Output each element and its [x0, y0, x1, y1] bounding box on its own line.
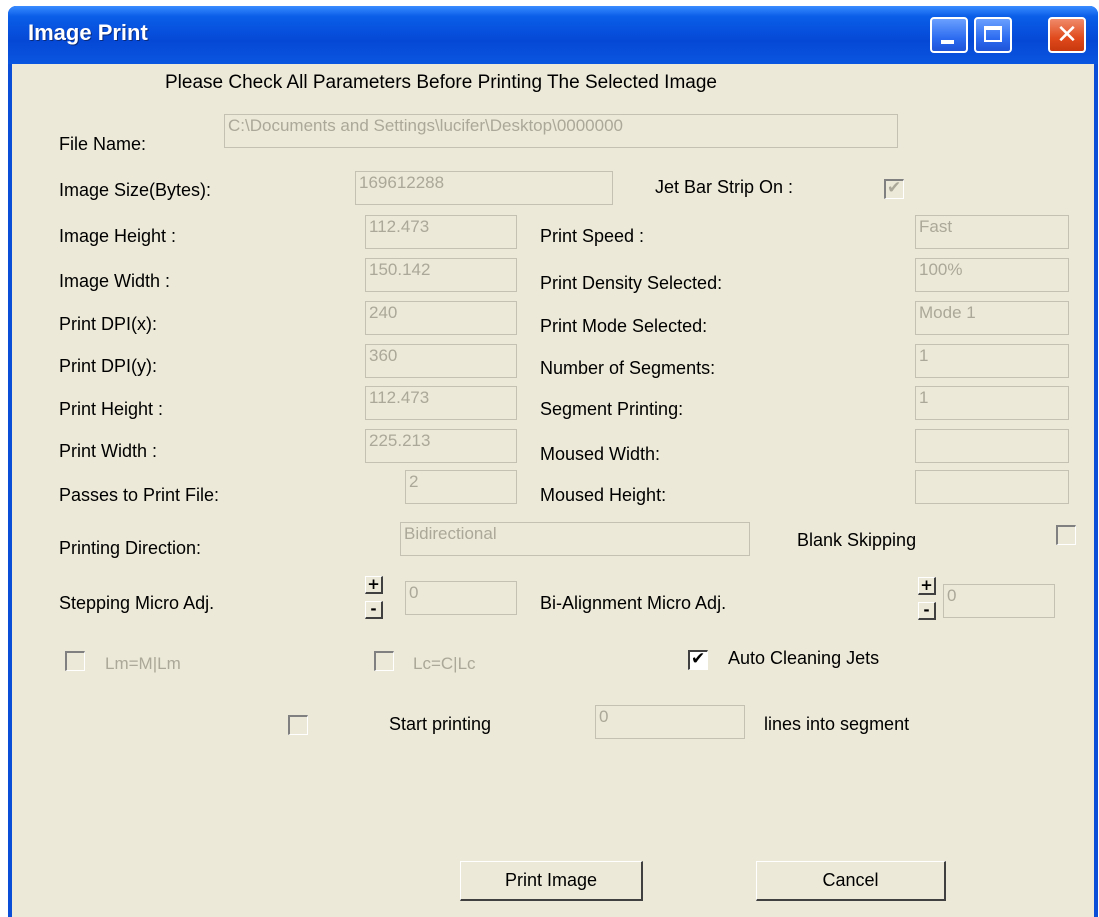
number-of-segments-label: Number of Segments:	[540, 358, 716, 378]
print-speed-field[interactable]: Fast	[915, 215, 1069, 249]
minimize-button[interactable]	[930, 17, 968, 53]
print-height-field[interactable]: 112.473	[365, 386, 517, 420]
passes-field[interactable]: 2	[405, 470, 517, 504]
lc-label: Lc=C|Lc	[413, 654, 476, 673]
segment-printing-label: Segment Printing:	[540, 399, 684, 419]
jet-bar-strip-checkbox[interactable]: ✔	[884, 178, 904, 199]
printing-direction-field[interactable]: Bidirectional	[400, 522, 750, 556]
title-bar[interactable]: Image Print ✕	[8, 6, 1098, 64]
passes-label: Passes to Print File:	[59, 485, 220, 505]
start-printing-label: Start printing	[389, 714, 492, 734]
moused-width-label: Moused Width:	[540, 444, 661, 464]
print-density-label: Print Density Selected:	[540, 273, 723, 293]
auto-cleaning-label: Auto Cleaning Jets	[728, 648, 880, 668]
start-printing-checkbox[interactable]	[288, 715, 308, 735]
print-density-field[interactable]: 100%	[915, 258, 1069, 292]
print-mode-label: Print Mode Selected:	[540, 316, 708, 336]
bi-alignment-micro-field[interactable]: 0	[943, 584, 1055, 618]
maximize-icon	[984, 26, 1002, 42]
print-mode-field[interactable]: Mode 1	[915, 301, 1069, 335]
image-height-label: Image Height :	[59, 226, 177, 246]
blank-skipping-checkbox[interactable]	[1056, 525, 1076, 545]
print-width-label: Print Width :	[59, 441, 158, 461]
print-dpi-x-field[interactable]: 240	[365, 301, 517, 335]
stepping-micro-field[interactable]: 0	[405, 581, 517, 615]
check-icon: ✔	[691, 649, 706, 669]
jet-bar-strip-label: Jet Bar Strip On :	[655, 177, 794, 197]
moused-height-field[interactable]	[915, 470, 1069, 504]
segment-printing-field[interactable]: 1	[915, 386, 1069, 420]
image-width-field[interactable]: 150.142	[365, 258, 517, 292]
minimize-icon	[941, 40, 954, 44]
dialog-body: Please Check All Parameters Before Print…	[12, 64, 1094, 917]
bi-alignment-micro-label: Bi-Alignment Micro Adj.	[540, 593, 727, 613]
stepping-micro-label: Stepping Micro Adj.	[59, 593, 215, 613]
lc-checkbox[interactable]	[374, 651, 394, 671]
moused-height-label: Moused Height:	[540, 485, 667, 505]
close-icon: ✕	[1056, 20, 1078, 50]
print-dpi-y-field[interactable]: 360	[365, 344, 517, 378]
maximize-button[interactable]	[974, 17, 1012, 53]
stepping-plus-button[interactable]: +	[365, 576, 383, 594]
print-dpi-y-label: Print DPI(y):	[59, 356, 158, 376]
lm-label: Lm=M|Lm	[105, 654, 181, 673]
instruction-text: Please Check All Parameters Before Print…	[165, 72, 717, 93]
stepping-minus-button[interactable]: -	[365, 601, 383, 619]
start-printing-lines-field[interactable]: 0	[595, 705, 745, 739]
auto-cleaning-checkbox[interactable]: ✔	[688, 649, 708, 670]
print-dpi-x-label: Print DPI(x):	[59, 314, 158, 334]
file-name-label: File Name:	[59, 134, 147, 154]
close-button[interactable]: ✕	[1048, 17, 1086, 53]
print-image-button[interactable]: Print Image	[460, 861, 643, 901]
printing-direction-label: Printing Direction:	[59, 538, 202, 558]
bi-alignment-minus-button[interactable]: -	[918, 602, 936, 620]
blank-skipping-label: Blank Skipping	[797, 530, 917, 550]
moused-width-field[interactable]	[915, 429, 1069, 463]
lines-into-segment-label: lines into segment	[764, 714, 910, 734]
number-of-segments-field[interactable]: 1	[915, 344, 1069, 378]
image-size-label: Image Size(Bytes):	[59, 180, 212, 200]
cancel-button[interactable]: Cancel	[756, 861, 946, 901]
image-size-field[interactable]: 169612288	[355, 171, 613, 205]
image-print-window: Image Print ✕ Please Check All Parameter…	[8, 6, 1098, 917]
print-speed-label: Print Speed :	[540, 226, 645, 246]
bi-alignment-plus-button[interactable]: +	[918, 577, 936, 595]
print-width-field[interactable]: 225.213	[365, 429, 517, 463]
lm-checkbox[interactable]	[65, 651, 85, 671]
window-title: Image Print	[28, 20, 148, 45]
image-height-field[interactable]: 112.473	[365, 215, 517, 249]
file-name-field[interactable]: C:\Documents and Settings\lucifer\Deskto…	[224, 114, 898, 148]
print-height-label: Print Height :	[59, 399, 164, 419]
image-width-label: Image Width :	[59, 271, 171, 291]
check-icon: ✔	[887, 178, 902, 198]
